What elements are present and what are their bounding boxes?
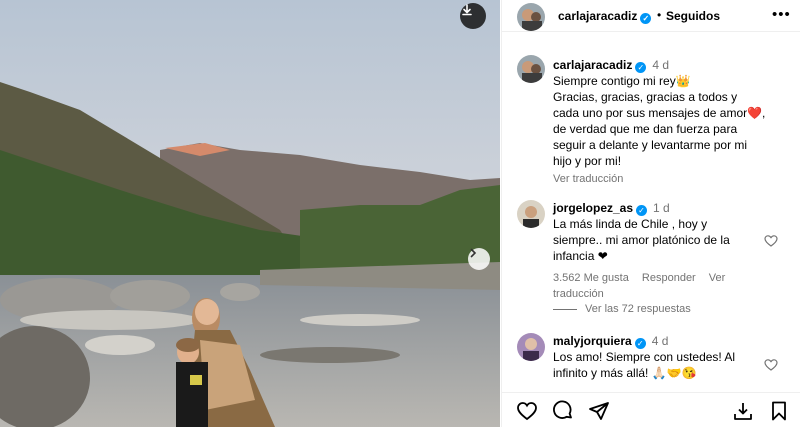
comment-username[interactable]: malyjorquiera <box>553 334 632 348</box>
heart-icon[interactable] <box>516 400 538 422</box>
landscape-image <box>0 0 500 427</box>
caption-line: de verdad que me dan fuerza para <box>553 122 738 136</box>
view-replies-link[interactable]: Ver las 72 respuestas <box>553 303 691 315</box>
download-button[interactable] <box>460 3 486 29</box>
separator-dot: • <box>657 8 662 22</box>
post-panel: carlajaracadiz ✓ • Seguidos ••• carlajara… <box>501 0 800 427</box>
caption-username[interactable]: carlajaracadiz <box>553 58 632 72</box>
caption-meta: Ver traducción <box>553 171 775 187</box>
comment-line: La más linda de Chile , hoy y <box>553 217 708 231</box>
next-photo-button[interactable] <box>468 248 490 270</box>
caption-line: hijo y por mi! <box>553 154 622 168</box>
comment-line: Los amo! Siempre con ustedes! Al <box>553 350 736 364</box>
verified-icon: ✓ <box>636 205 648 216</box>
reply-button[interactable]: Responder <box>642 272 696 284</box>
header-username-text[interactable]: carlajaracadiz <box>558 9 637 23</box>
see-translation-link[interactable]: Ver traducción <box>553 173 623 185</box>
download-icon[interactable] <box>732 400 754 422</box>
comment-body: jorgelopez_as ✓ 1 d La más linda de Chile … <box>553 200 775 302</box>
heart-icon[interactable] <box>764 234 778 248</box>
comment-line: siempre.. mi amor platónico de la <box>553 233 730 247</box>
verified-icon: ✓ <box>634 338 646 349</box>
comment-line: infinito y más allá! 🙏🏻🤝😘 <box>553 366 697 380</box>
caption-body: carlajaracadiz ✓ 4 d Siempre contigo mi re… <box>553 57 775 187</box>
action-bar <box>502 392 800 427</box>
avatar[interactable] <box>517 200 545 228</box>
avatar[interactable] <box>517 333 545 361</box>
caption-line: Gracias, gracias, gracias a todos y <box>553 90 738 104</box>
header-username[interactable]: carlajaracadiz ✓ <box>558 9 652 24</box>
comment-line: infancia ❤ <box>553 249 608 263</box>
bookmark-icon[interactable] <box>768 400 790 422</box>
verified-icon: ✓ <box>635 62 647 73</box>
share-icon[interactable] <box>588 400 610 422</box>
download-icon <box>462 4 472 16</box>
caption-time[interactable]: 4 d <box>652 58 669 72</box>
caption-line: cada uno por sus mensajes de amor❤️, <box>553 106 766 120</box>
heart-icon[interactable] <box>764 358 778 372</box>
comment-icon[interactable] <box>552 400 574 422</box>
post-photo <box>0 0 500 427</box>
likes-count[interactable]: 3.562 Me gusta <box>553 272 629 284</box>
caption-line: seguir a delante y levantarme por mi <box>553 138 748 152</box>
comment-body: malyjorquiera ✓ 4 d Los amo! Siempre con u… <box>553 333 775 381</box>
more-icon[interactable]: ••• <box>772 6 791 23</box>
comment-meta: 3.562 Me gusta Responder Ver traducción <box>553 270 775 302</box>
comment-username[interactable]: jorgelopez_as <box>553 201 633 215</box>
comment-time[interactable]: 1 d <box>653 201 670 215</box>
avatar[interactable] <box>517 3 545 31</box>
verified-icon: ✓ <box>640 13 652 24</box>
avatar[interactable] <box>517 55 545 83</box>
view-replies-text[interactable]: Ver las 72 respuestas <box>585 303 691 315</box>
comment-time[interactable]: 4 d <box>652 334 669 348</box>
post-header: carlajaracadiz ✓ • Seguidos ••• <box>502 0 800 32</box>
follow-status-button[interactable]: Seguidos <box>666 9 720 23</box>
caption-line: Siempre contigo mi rey👑 <box>553 74 691 88</box>
chevron-right-icon <box>470 248 477 258</box>
